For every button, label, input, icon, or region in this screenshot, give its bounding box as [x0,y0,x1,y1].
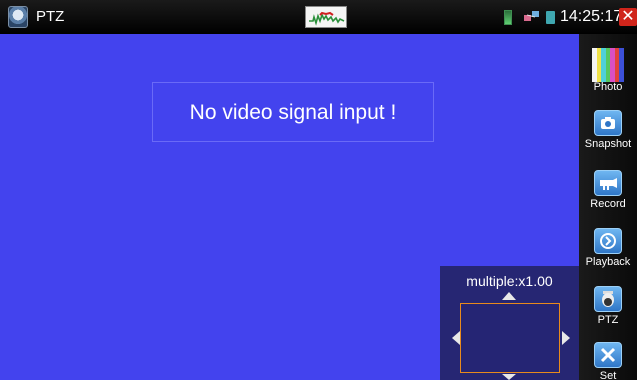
playback-label: Playback [585,256,631,268]
playback-button[interactable]: Playback [579,220,637,276]
ptz-zoom-panel: multiple:x1.00 [440,266,579,380]
pan-up-arrow-icon[interactable] [502,292,516,300]
right-sidebar: Photo Snapshot Record Playback PTZ Set [579,34,637,380]
photo-button[interactable]: Photo [579,34,637,93]
color-bars-icon [592,48,625,82]
close-button[interactable]: ✕ [619,8,637,26]
ptz-app-icon [8,6,28,28]
photo-label: Photo [593,81,623,93]
ptz-zoom-frame[interactable] [460,303,560,373]
dome-camera-icon [594,286,622,312]
app-title: PTZ [36,8,65,25]
ptz-label: PTZ [597,314,619,326]
set-label: Set [599,370,617,380]
pan-down-arrow-icon[interactable] [502,374,516,380]
sd-card-icon [546,11,555,24]
status-bar: PTZ 14:25:17 ✕ [0,0,637,34]
record-button[interactable]: Record [579,160,637,216]
set-button[interactable]: Set [579,336,637,380]
clock: 14:25:17 [560,8,623,25]
video-display[interactable]: No video signal input ! multiple:x1.00 [0,34,579,380]
signal-waveform-icon [305,6,347,28]
video-camera-icon [594,170,622,196]
ptz-button[interactable]: PTZ [579,280,637,336]
pan-left-arrow-icon[interactable] [452,331,460,345]
camera-icon [594,110,622,136]
record-label: Record [590,198,626,210]
no-signal-message: No video signal input ! [152,82,434,142]
battery-icon [504,10,512,25]
network-icon [524,10,540,24]
snapshot-button[interactable]: Snapshot [579,100,637,156]
zoom-multiple-label: multiple:x1.00 [466,273,553,289]
snapshot-label: Snapshot [584,138,632,150]
pan-right-arrow-icon[interactable] [562,331,570,345]
play-icon [594,228,622,254]
tools-icon [594,342,622,368]
